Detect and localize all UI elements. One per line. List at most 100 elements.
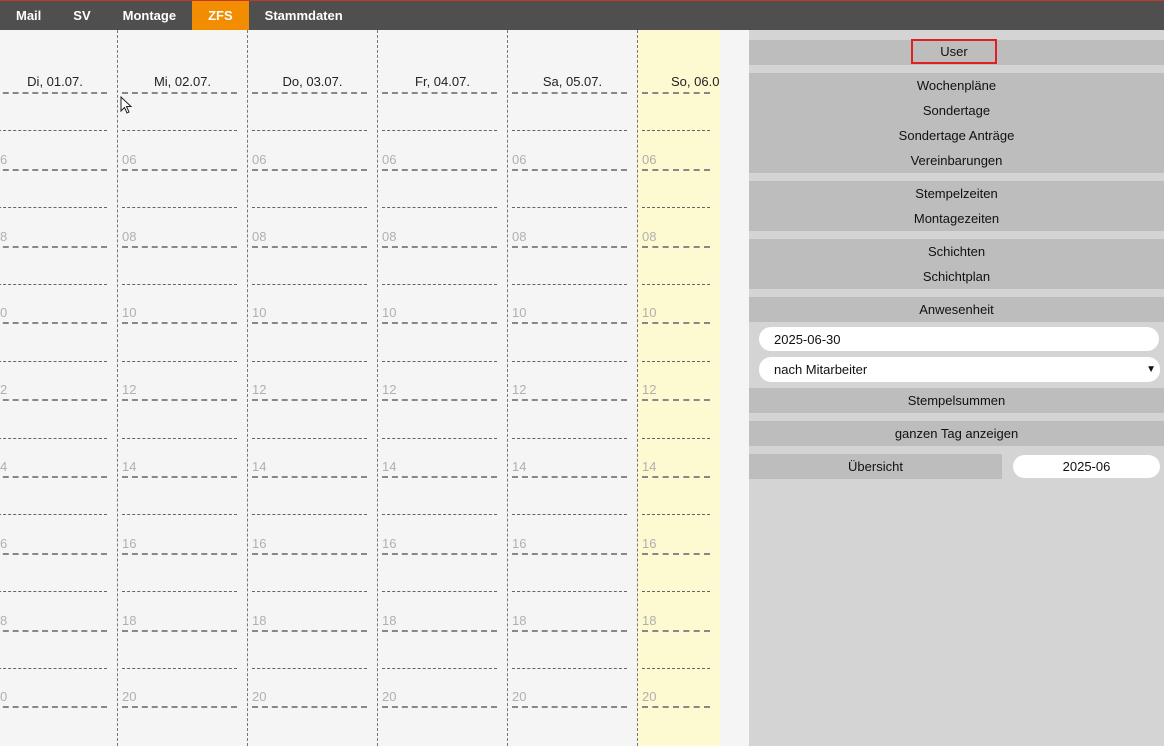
hour-line [642,399,710,401]
stempelzeiten-button[interactable]: Stempelzeiten [749,181,1164,206]
hour-label: 14 [512,459,527,474]
half-hour-line [122,284,237,285]
hour-line [512,246,627,248]
half-hour-line [122,668,237,669]
half-hour-line [252,514,367,515]
sondertage-antraege-button[interactable]: Sondertage Anträge [749,123,1164,148]
hour-line [122,399,237,401]
hour-label: 08 [512,229,527,244]
hour-label: 06 [512,152,527,167]
half-hour-line [252,361,367,362]
wochenplaene-button[interactable]: Wochenpläne [749,73,1164,98]
hour-line [382,553,497,555]
hour-label: 10 [512,305,527,320]
half-hour-line [642,130,710,131]
hour-label: 20 [252,689,267,704]
day-column[interactable]: Mi, 02.07. 06 08 10 12 14 16 18 20 [117,30,247,746]
side-panel: User Wochenpläne Sondertage Sondertage A… [749,30,1164,746]
hour-line [0,630,107,632]
month-input[interactable] [1013,455,1160,478]
hour-label: 6 [0,152,8,167]
tab-mail[interactable]: Mail [0,1,57,30]
top-navigation: Mail SV Montage ZFS Stammdaten [0,0,1164,30]
hour-line [122,553,237,555]
hour-line [252,322,367,324]
hour-line [122,246,237,248]
day-column[interactable]: Do, 03.07. 06 08 10 12 14 16 18 20 [247,30,377,746]
hour-line [512,706,627,708]
hour-line [0,92,107,94]
hour-label: 18 [512,613,527,628]
hour-line [382,322,497,324]
hour-line [642,246,710,248]
half-hour-line [382,284,497,285]
hour-label: 2 [0,382,8,397]
day-header: Sa, 05.07. [542,74,603,89]
day-column[interactable]: Sa, 05.07. 06 08 10 12 14 16 18 20 [507,30,637,746]
schichten-button[interactable]: Schichten [749,239,1164,264]
hour-line [642,169,710,171]
half-hour-line [252,438,367,439]
vereinbarungen-button[interactable]: Vereinbarungen [749,148,1164,173]
day-header: Mi, 02.07. [153,74,212,89]
mouse-cursor-icon [120,96,133,114]
tab-sv[interactable]: SV [57,1,106,30]
sondertage-button[interactable]: Sondertage [749,98,1164,123]
hour-label: 8 [0,229,8,244]
hour-line [252,169,367,171]
mode-select-value: nach Mitarbeiter [774,362,868,377]
half-hour-line [512,668,627,669]
day-column[interactable]: Di, 01.07. 6 8 0 2 4 6 8 0 [0,30,117,746]
hour-label: 14 [252,459,267,474]
hour-label: 12 [252,382,267,397]
hour-label: 16 [512,536,527,551]
hour-label: 12 [512,382,527,397]
half-hour-line [0,514,107,515]
hour-line [252,476,367,478]
hour-line [122,706,237,708]
half-hour-line [382,361,497,362]
anwesenheit-button[interactable]: Anwesenheit [749,297,1164,322]
schichtplan-button[interactable]: Schichtplan [749,264,1164,289]
half-hour-line [512,130,627,131]
hour-line [642,630,710,632]
hour-label: 06 [642,152,657,167]
stempelsummen-button[interactable]: Stempelsummen [749,388,1164,413]
hour-line [642,476,710,478]
hour-line [0,476,107,478]
half-hour-line [382,130,497,131]
hour-label: 20 [382,689,397,704]
half-hour-line [512,438,627,439]
hour-line [0,322,107,324]
mode-select[interactable]: nach Mitarbeiter ▼ [759,357,1160,382]
hour-line [0,706,107,708]
hour-label: 18 [382,613,397,628]
hour-line [0,553,107,555]
hour-label: 10 [122,305,137,320]
hour-label: 08 [382,229,397,244]
hour-line [252,553,367,555]
user-button[interactable]: User [911,39,997,64]
tab-montage[interactable]: Montage [107,1,192,30]
hour-label: 08 [122,229,137,244]
hour-label: 12 [642,382,657,397]
half-hour-line [122,591,237,592]
tab-zfs[interactable]: ZFS [192,1,249,30]
half-hour-line [382,668,497,669]
half-hour-line [252,591,367,592]
date-input[interactable] [759,327,1159,351]
day-header: Di, 01.07. [27,74,83,89]
hour-line [122,169,237,171]
hour-label: 10 [382,305,397,320]
hour-label: 16 [382,536,397,551]
half-hour-line [122,130,237,131]
day-column[interactable]: Fr, 04.07. 06 08 10 12 14 16 18 20 [377,30,507,746]
tab-stammdaten[interactable]: Stammdaten [249,1,359,30]
day-column-today[interactable]: So, 06.07. 06 08 10 12 14 16 18 20 [637,30,720,746]
half-hour-line [512,207,627,208]
ganzen-tag-anzeigen-button[interactable]: ganzen Tag anzeigen [749,421,1164,446]
hour-label: 20 [642,689,657,704]
montagezeiten-button[interactable]: Montagezeiten [749,206,1164,231]
uebersicht-button[interactable]: Übersicht [749,454,1002,479]
half-hour-line [252,130,367,131]
